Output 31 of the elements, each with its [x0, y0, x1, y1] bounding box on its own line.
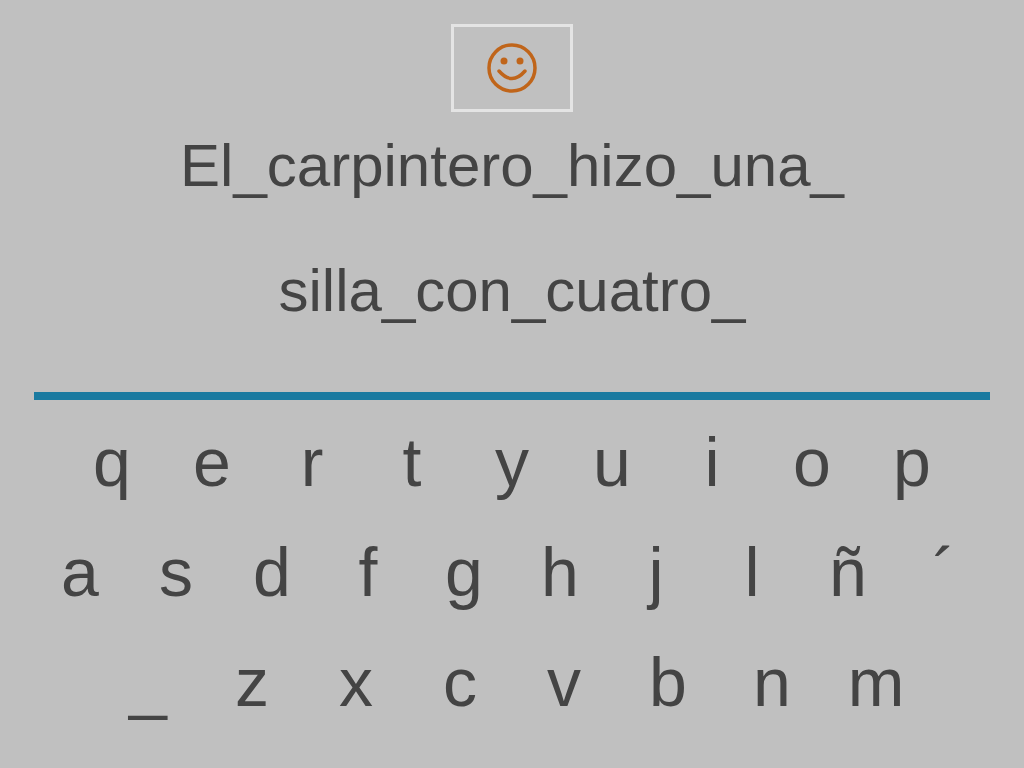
letter-key[interactable]: z	[200, 642, 304, 722]
letter-key[interactable]: e	[162, 422, 262, 502]
letter-key[interactable]: q	[62, 422, 162, 502]
letter-key[interactable]: r	[262, 422, 362, 502]
letter-key[interactable]: j	[608, 532, 704, 612]
letter-key[interactable]: m	[824, 642, 928, 722]
letter-key[interactable]: c	[408, 642, 512, 722]
letter-key[interactable]: n	[720, 642, 824, 722]
letter-key[interactable]: v	[512, 642, 616, 722]
smiley-icon	[486, 42, 538, 94]
letter-key[interactable]: u	[562, 422, 662, 502]
hint-box[interactable]	[451, 24, 573, 112]
sentence-line: El_carpintero_hizo_una_	[180, 131, 844, 201]
letter-key[interactable]: f	[320, 532, 416, 612]
letter-key[interactable]: _	[96, 642, 200, 722]
letter-key[interactable]: g	[416, 532, 512, 612]
sentence-line: silla_con_cuatro_	[278, 256, 746, 326]
letter-key[interactable]: d	[224, 532, 320, 612]
letter-key[interactable]: s	[128, 532, 224, 612]
letter-key[interactable]: p	[862, 422, 962, 502]
letter-key[interactable]: b	[616, 642, 720, 722]
letter-key[interactable]: i	[662, 422, 762, 502]
letter-key[interactable]: o	[762, 422, 862, 502]
letter-key[interactable]: a	[32, 532, 128, 612]
letter-key[interactable]: l	[704, 532, 800, 612]
letter-key[interactable]: y	[462, 422, 562, 502]
letter-key[interactable]: ñ	[800, 532, 896, 612]
letter-key[interactable]: x	[304, 642, 408, 722]
letter-key[interactable]: h	[512, 532, 608, 612]
letter-key[interactable]: ´	[896, 532, 992, 612]
letter-key[interactable]: t	[362, 422, 462, 502]
